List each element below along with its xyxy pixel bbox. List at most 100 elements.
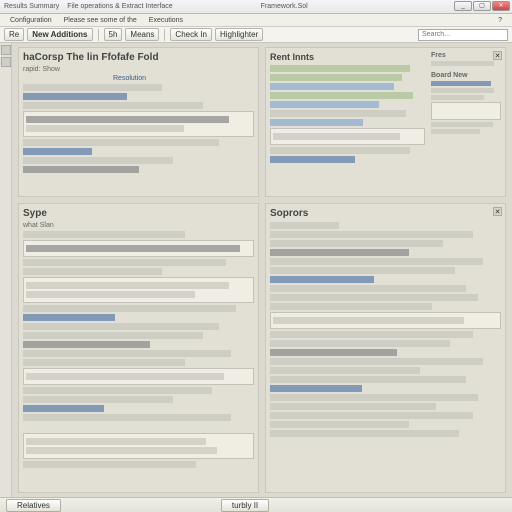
line <box>23 387 212 394</box>
line <box>270 403 436 410</box>
status-bar: Relatives turbly II <box>0 497 512 512</box>
side-tool-2[interactable] <box>1 57 11 67</box>
menu-config[interactable]: Configuration <box>6 16 56 25</box>
line <box>431 129 480 134</box>
link-line[interactable] <box>23 405 104 412</box>
status-btn-2[interactable]: turbly II <box>221 499 269 512</box>
side-tool-1[interactable] <box>1 45 11 55</box>
line <box>431 61 494 66</box>
line <box>431 88 494 93</box>
line <box>23 157 173 164</box>
line <box>270 147 410 154</box>
minimize-button[interactable]: _ <box>454 1 472 11</box>
link-line[interactable] <box>270 276 374 283</box>
link-line[interactable] <box>23 148 92 155</box>
link-line[interactable] <box>270 385 362 392</box>
line <box>26 438 206 445</box>
line <box>273 317 464 324</box>
line <box>270 367 420 374</box>
line <box>26 282 229 289</box>
separator <box>98 29 99 41</box>
line <box>23 84 162 91</box>
separator <box>164 29 165 41</box>
panel-top-left: haCorsp The lin Ffofafe Fold rapid: Show… <box>18 47 259 197</box>
title-text-3: Framework.Sol <box>261 3 308 10</box>
line <box>23 166 139 173</box>
content-box <box>23 240 254 257</box>
line <box>270 231 473 238</box>
window-buttons: _ ▢ ✕ <box>454 1 510 11</box>
tool-new[interactable]: New Additions <box>27 28 92 41</box>
sidebar <box>0 43 12 497</box>
line <box>23 396 173 403</box>
panel1-title: haCorsp The lin Ffofafe Fold <box>23 52 254 63</box>
link-line[interactable] <box>270 156 355 163</box>
search-input[interactable] <box>418 29 508 41</box>
line <box>270 303 432 310</box>
line <box>270 394 478 401</box>
tool-means[interactable]: Means <box>125 28 159 41</box>
link-line[interactable] <box>270 119 363 126</box>
panel-close-icon[interactable]: ✕ <box>493 51 502 60</box>
panel-close-icon[interactable]: ✕ <box>493 207 502 216</box>
content-box <box>23 277 254 303</box>
tool-highlighter[interactable]: Highlighter <box>215 28 263 41</box>
maximize-button[interactable]: ▢ <box>473 1 491 11</box>
line <box>270 412 473 419</box>
link-line[interactable] <box>270 101 379 108</box>
tool-re[interactable]: Re <box>4 28 24 41</box>
line <box>270 267 455 274</box>
line <box>270 358 483 365</box>
panel-top-right: ✕ Rent Innts <box>265 47 506 197</box>
line <box>270 285 466 292</box>
line <box>270 240 443 247</box>
content-box <box>23 368 254 385</box>
line <box>23 341 150 348</box>
line <box>23 323 219 330</box>
line <box>23 350 231 357</box>
line <box>270 258 483 265</box>
line <box>270 65 410 72</box>
line <box>23 332 203 339</box>
main-area: haCorsp The lin Ffofafe Fold rapid: Show… <box>0 43 512 497</box>
link-line[interactable] <box>431 81 491 86</box>
line <box>26 447 217 454</box>
content-box <box>270 312 501 329</box>
menu-bar: Configuration Please see some of the Exe… <box>0 14 512 27</box>
link-line[interactable] <box>23 314 115 321</box>
close-button[interactable]: ✕ <box>492 1 510 11</box>
panel-bottom-left: Sype what Slan <box>18 203 259 493</box>
menu-item-2[interactable]: Please see some of the <box>60 16 141 25</box>
panel2-title: Rent Innts <box>270 52 425 62</box>
panel1-sec: Resolution <box>113 75 254 82</box>
panel1-sub: rapid: Show <box>23 66 254 73</box>
menu-help[interactable]: ? <box>494 16 506 25</box>
line <box>431 122 493 127</box>
title-text-1: Results Summary <box>4 3 59 10</box>
line <box>26 291 195 298</box>
panel2-aside2: Board New <box>431 72 501 79</box>
link-line[interactable] <box>23 93 127 100</box>
status-btn-1[interactable]: Relatives <box>6 499 61 512</box>
menu-exec[interactable]: Executions <box>145 16 187 25</box>
tool-checkin[interactable]: Check In <box>170 28 212 41</box>
panel3-sub: what Slan <box>23 222 254 229</box>
line <box>270 74 402 81</box>
line <box>23 102 203 109</box>
line <box>270 222 339 229</box>
line <box>270 294 478 301</box>
content-box <box>23 111 254 137</box>
line <box>270 430 459 437</box>
toolbar: Re New Additions 5h Means Check In Highl… <box>0 27 512 43</box>
line <box>23 139 219 146</box>
line <box>270 110 406 117</box>
line <box>23 305 236 312</box>
line <box>23 259 226 266</box>
title-bar: Results Summary File operations & Extrac… <box>0 0 512 14</box>
content-grid: haCorsp The lin Ffofafe Fold rapid: Show… <box>12 43 512 497</box>
content-box <box>270 128 425 145</box>
tool-5h[interactable]: 5h <box>104 28 123 41</box>
line <box>26 245 240 252</box>
line <box>26 373 224 380</box>
link-line[interactable] <box>270 83 394 90</box>
